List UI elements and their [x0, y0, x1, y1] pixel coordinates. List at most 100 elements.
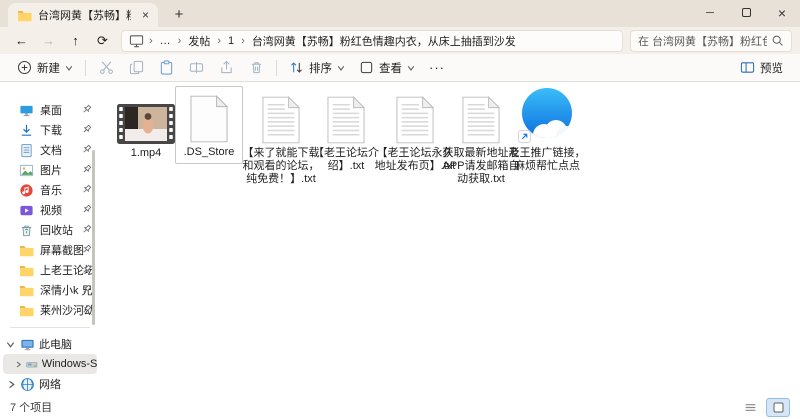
sidebar-item-label: 回收站 [40, 222, 73, 238]
preview-button[interactable]: 预览 [733, 56, 790, 80]
up-button[interactable]: ↑ [62, 30, 89, 52]
search-input[interactable]: 在 台湾网黄【苏畅】粉红色情趣内衣，从 [630, 30, 792, 52]
navigation-pane: 桌面 下载 文档 [0, 82, 100, 395]
new-tab-button[interactable]: + [166, 3, 192, 25]
cut-button[interactable] [91, 56, 121, 80]
chevron-down-icon [7, 340, 16, 349]
maximize-icon [742, 8, 751, 17]
view-icon [359, 60, 374, 75]
new-button-label: 新建 [37, 60, 60, 76]
toolbar-divider [276, 60, 277, 76]
minimize-button[interactable]: ─ [692, 0, 728, 25]
delete-icon [249, 60, 264, 75]
sort-button[interactable]: 排序 [282, 56, 352, 80]
chevron-down-icon [65, 64, 73, 72]
details-view-toggle[interactable] [738, 398, 762, 417]
sidebar-item-label: 屏幕截图 [40, 242, 84, 258]
forward-button[interactable]: → [35, 30, 62, 52]
chevron-down-icon [337, 64, 345, 72]
pin-icon [81, 224, 92, 235]
chevron-right-icon: › [144, 35, 158, 47]
text-file-icon [396, 96, 434, 144]
back-button[interactable]: ← [8, 30, 35, 52]
sidebar-item-videos[interactable]: 视频 [0, 200, 100, 220]
shortcut-arrow-icon [518, 130, 531, 143]
file-explorer-window: 台湾网黄【苏畅】粉红色情趣内衣 × + ─ × ← → ↑ ⟳ › … › 发帖… [0, 0, 800, 419]
network-icon [20, 377, 35, 392]
tab-bar: 台湾网黄【苏畅】粉红色情趣内衣 × + ─ × [0, 0, 800, 27]
pin-icon [81, 144, 92, 155]
share-icon [219, 60, 234, 75]
maximize-button[interactable] [728, 0, 764, 25]
paste-icon [159, 60, 174, 75]
sidebar-item-desktop[interactable]: 桌面 [0, 100, 100, 120]
recycle-bin-icon [19, 223, 34, 238]
paste-button[interactable] [151, 56, 181, 80]
sidebar-item-folder[interactable]: 上老王论坛当 [0, 260, 100, 280]
file-grid: 1.mp4 .DS_Store 【来了就能下载 和观看的论坛， 纯免费！】.tx… [100, 82, 800, 395]
explorer-tab[interactable]: 台湾网黄【苏畅】粉红色情趣内衣 × [8, 3, 158, 27]
large-icons-view-toggle[interactable] [766, 398, 790, 417]
rename-icon [189, 60, 204, 75]
share-button[interactable] [211, 56, 241, 80]
breadcrumb-segment[interactable]: 1 [226, 35, 236, 47]
view-button[interactable]: 查看 [352, 56, 422, 80]
delete-button[interactable] [241, 56, 271, 80]
view-button-label: 查看 [379, 60, 402, 76]
chevron-right-icon: › [173, 35, 187, 47]
rename-button[interactable] [181, 56, 211, 80]
sidebar-item-recycle-bin[interactable]: 回收站 [0, 220, 100, 240]
sidebar-item-downloads[interactable]: 下载 [0, 120, 100, 140]
file-name: 【老王论坛介 绍】.txt [313, 147, 379, 173]
sidebar-item-folder[interactable]: 深情小k 兄弟 [0, 280, 100, 300]
breadcrumb-current-folder[interactable]: 台湾网黄【苏畅】粉红色情趣内衣，从床上抽插到沙发 [250, 33, 518, 49]
pin-icon [81, 264, 92, 275]
sidebar-item-documents[interactable]: 文档 [0, 140, 100, 160]
sidebar-item-label: 音乐 [40, 182, 62, 198]
text-file-icon [327, 96, 365, 144]
sidebar-item-label: Windows-SSD [42, 358, 97, 370]
desktop-icon [19, 103, 34, 118]
pictures-icon [19, 163, 34, 178]
breadcrumb[interactable]: › … › 发帖 › 1 › 台湾网黄【苏畅】粉红色情趣内衣，从床上抽插到沙发 [121, 30, 623, 52]
sidebar-item-label: 桌面 [40, 102, 62, 118]
pin-icon [81, 244, 92, 255]
status-bar: 7 个项目 [0, 395, 800, 419]
sidebar-item-screenshots[interactable]: 屏幕截图 [0, 240, 100, 260]
sidebar-scrollbar[interactable] [92, 150, 95, 325]
blank-file-icon [190, 95, 228, 143]
sidebar-item-label: 下载 [40, 122, 62, 138]
this-pc-icon [20, 337, 35, 352]
sort-icon [289, 60, 304, 75]
videos-icon [19, 203, 34, 218]
sidebar-item-pictures[interactable]: 图片 [0, 160, 100, 180]
breadcrumb-segment[interactable]: 发帖 [186, 33, 212, 49]
breadcrumb-overflow[interactable]: … [158, 35, 173, 47]
sidebar-item-label: 网络 [39, 376, 61, 392]
chevron-right-icon: › [212, 35, 226, 47]
tab-close-icon[interactable]: × [137, 7, 154, 24]
large-icons-view-icon [772, 401, 785, 414]
folder-icon [19, 244, 34, 257]
file-item-ds-store[interactable]: .DS_Store [175, 86, 243, 164]
preview-icon [740, 60, 755, 75]
copy-button[interactable] [121, 56, 151, 80]
toolbar-divider [85, 60, 86, 76]
new-button[interactable]: 新建 [10, 56, 80, 80]
sidebar-item-music[interactable]: 音乐 [0, 180, 100, 200]
drive-icon [26, 357, 38, 372]
sidebar-item-windows-ssd[interactable]: Windows-SSD [3, 354, 97, 374]
sidebar-item-folder[interactable]: 莱州沙河幼师 [0, 300, 100, 320]
sidebar-item-this-pc[interactable]: 此电脑 [0, 334, 100, 354]
more-options-button[interactable]: ··· [422, 56, 452, 80]
sidebar-item-network[interactable]: 网络 [0, 374, 100, 394]
details-view-icon [744, 401, 757, 414]
chevron-right-icon: › [236, 35, 250, 47]
refresh-button[interactable]: ⟳ [89, 30, 116, 52]
close-button[interactable]: × [764, 0, 800, 25]
explorer-body: 桌面 下载 文档 [0, 82, 800, 395]
search-icon [771, 34, 784, 47]
folder-icon [19, 284, 34, 297]
file-item-browser-shortcut[interactable]: 老王推广链接， 麻烦帮忙点点 [504, 88, 590, 173]
new-item-icon [17, 60, 32, 75]
